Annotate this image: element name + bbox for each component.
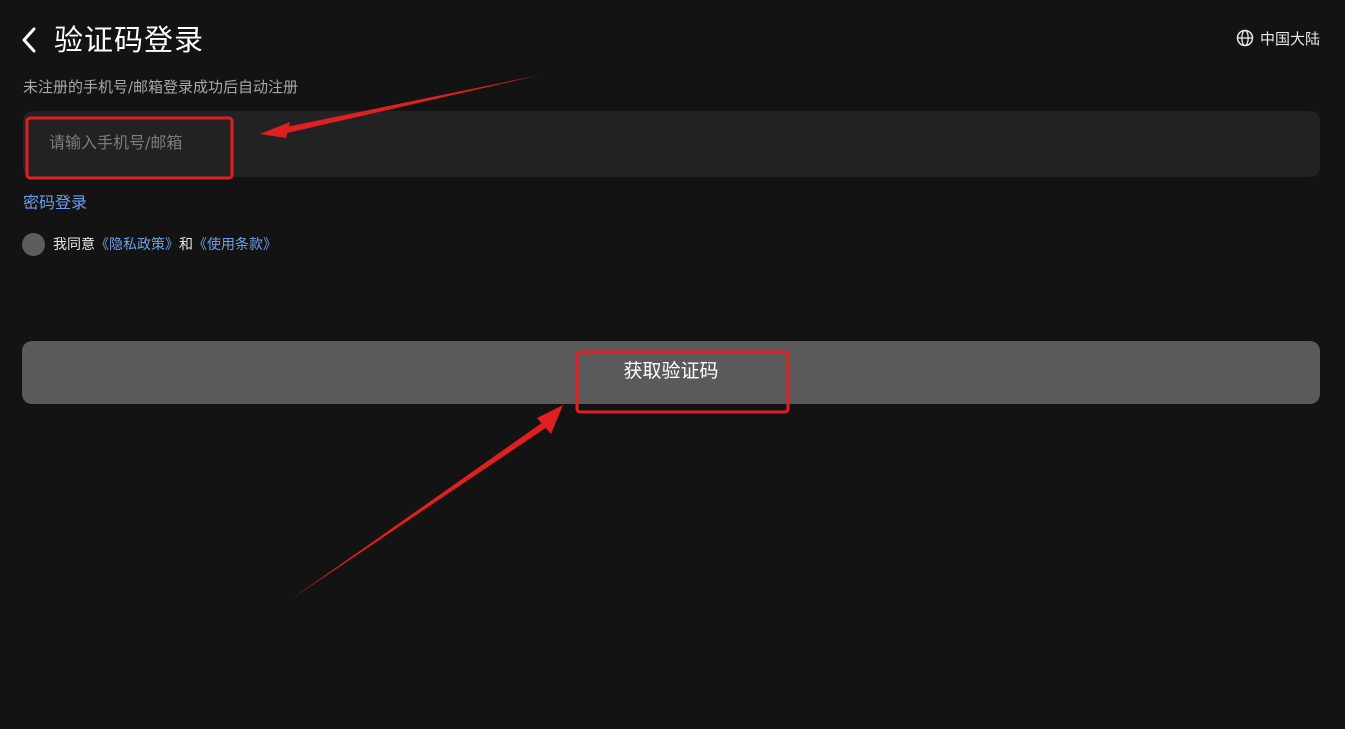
header: 验证码登录 中国大陆	[0, 0, 1345, 80]
region-selector[interactable]: 中国大陆	[1236, 26, 1320, 50]
register-hint: 未注册的手机号/邮箱登录成功后自动注册	[23, 78, 299, 96]
terms-of-use-link[interactable]: 《使用条款》	[193, 234, 277, 254]
agree-checkbox[interactable]	[22, 232, 45, 256]
button-arrowhead	[537, 405, 563, 434]
chevron-left-icon	[22, 27, 36, 53]
region-label: 中国大陆	[1259, 29, 1320, 48]
globe-icon	[1236, 29, 1254, 47]
account-input-container	[23, 111, 1320, 177]
login-page: 验证码登录 中国大陆 未注册的手机号/邮箱登录成功后自动注册 密码登录 我同意 …	[0, 0, 1345, 729]
back-button[interactable]	[14, 22, 48, 58]
account-input[interactable]	[23, 111, 1320, 177]
page-title: 验证码登录	[54, 23, 205, 57]
privacy-policy-link[interactable]: 《隐私政策》	[95, 234, 179, 254]
get-code-button[interactable]: 获取验证码	[22, 341, 1320, 404]
agree-prefix: 我同意	[53, 237, 95, 253]
password-login-link[interactable]: 密码登录	[23, 192, 87, 214]
agreement-row: 我同意 《隐私政策》 和 《使用条款》	[22, 232, 277, 256]
button-arrow	[290, 420, 550, 600]
agree-conjunction: 和	[179, 237, 193, 253]
get-code-label: 获取验证码	[623, 361, 719, 382]
